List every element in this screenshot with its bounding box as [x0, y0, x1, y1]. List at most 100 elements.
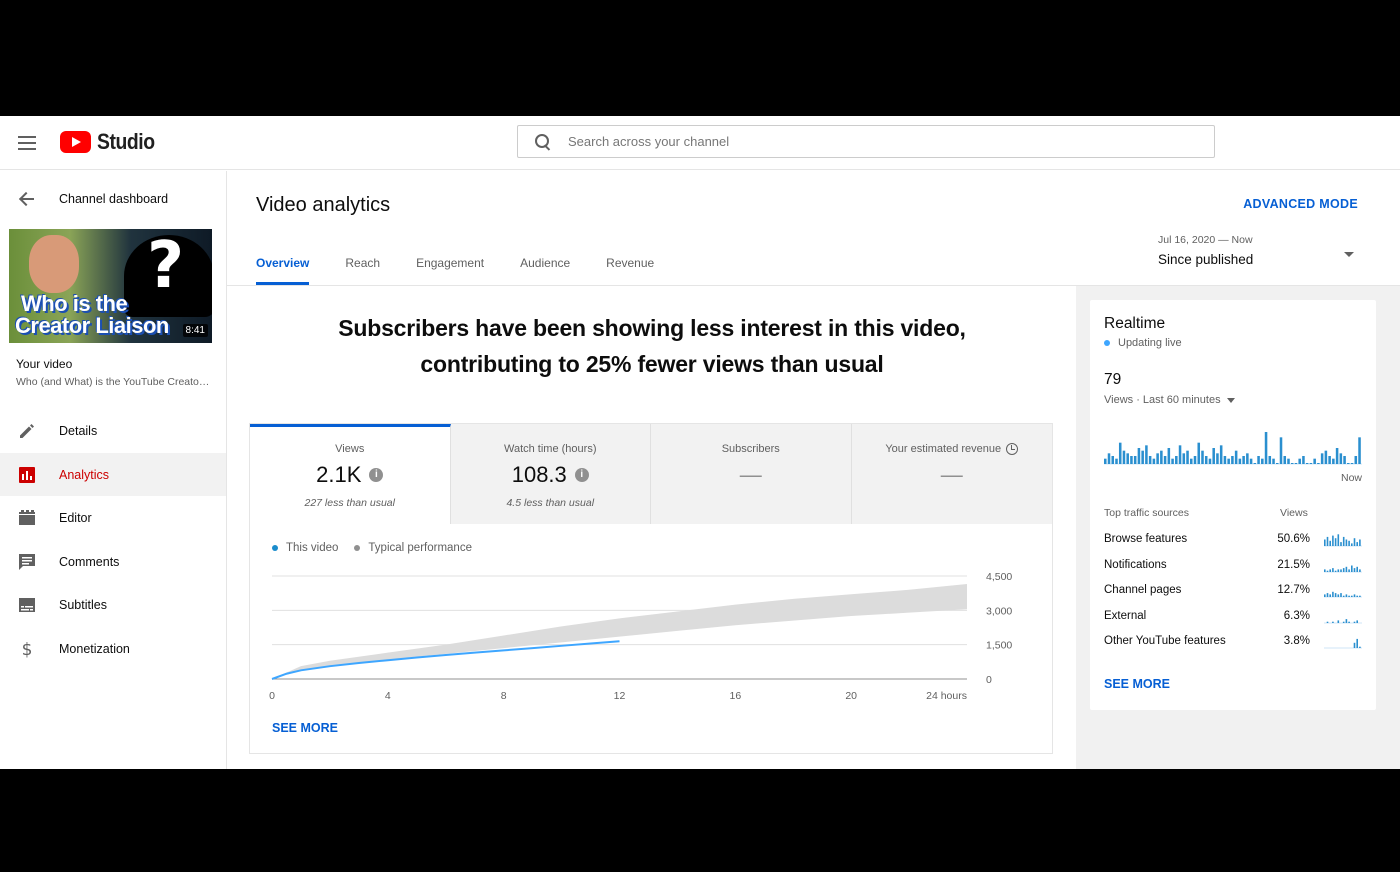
- realtime-period-selector[interactable]: Views · Last 60 minutes: [1104, 394, 1235, 406]
- realtime-bar[interactable]: [1152, 458, 1156, 464]
- realtime-bar[interactable]: [1115, 458, 1118, 464]
- realtime-bar[interactable]: [1208, 458, 1212, 464]
- realtime-bar[interactable]: [1107, 453, 1111, 464]
- traffic-source-row[interactable]: Browse features 50.6%: [1104, 533, 1362, 553]
- realtime-bar[interactable]: [1216, 453, 1219, 464]
- realtime-bar[interactable]: [1204, 456, 1208, 464]
- realtime-bar[interactable]: [1257, 456, 1260, 464]
- tab-revenue[interactable]: Revenue: [606, 249, 654, 285]
- realtime-bar[interactable]: [1309, 463, 1313, 464]
- realtime-bar[interactable]: [1156, 453, 1159, 464]
- realtime-bar[interactable]: [1223, 456, 1227, 464]
- tab-reach[interactable]: Reach: [345, 249, 380, 285]
- realtime-bar[interactable]: [1171, 458, 1174, 464]
- studio-logo[interactable]: Studio: [60, 129, 162, 155]
- realtime-bar[interactable]: [1242, 456, 1245, 464]
- date-range-selector[interactable]: Jul 16, 2020 — Now Since published: [1158, 234, 1358, 274]
- realtime-bar[interactable]: [1145, 445, 1148, 464]
- realtime-bar[interactable]: [1186, 450, 1189, 464]
- tab-overview[interactable]: Overview: [256, 249, 310, 285]
- realtime-bar[interactable]: [1160, 450, 1163, 464]
- realtime-bar[interactable]: [1287, 458, 1290, 464]
- traffic-source-row[interactable]: Channel pages 12.7%: [1104, 584, 1362, 604]
- realtime-bar[interactable]: [1317, 463, 1320, 464]
- realtime-bar[interactable]: [1276, 463, 1279, 464]
- realtime-bar[interactable]: [1246, 453, 1249, 464]
- realtime-bar[interactable]: [1290, 463, 1294, 464]
- realtime-bar[interactable]: [1347, 463, 1350, 464]
- realtime-bar[interactable]: [1197, 442, 1201, 464]
- search-input[interactable]: [568, 134, 1168, 149]
- realtime-bar[interactable]: [1343, 456, 1346, 464]
- realtime-bar[interactable]: [1305, 463, 1309, 464]
- realtime-bar[interactable]: [1219, 445, 1223, 464]
- realtime-bar[interactable]: [1133, 456, 1137, 464]
- sidebar-item-editor[interactable]: Editor: [0, 496, 226, 539]
- realtime-bar[interactable]: [1231, 456, 1234, 464]
- tab-engagement[interactable]: Engagement: [416, 249, 484, 285]
- metric-tab-revenue[interactable]: Your estimated revenue —: [851, 424, 1052, 524]
- realtime-bar[interactable]: [1264, 432, 1268, 464]
- realtime-bar[interactable]: [1182, 453, 1186, 464]
- see-more-button[interactable]: SEE MORE: [272, 721, 338, 735]
- realtime-bar[interactable]: [1313, 458, 1316, 464]
- realtime-bar[interactable]: [1335, 448, 1339, 464]
- realtime-bar[interactable]: [1298, 458, 1301, 464]
- info-icon[interactable]: i: [574, 468, 589, 482]
- realtime-see-more-button[interactable]: SEE MORE: [1104, 677, 1170, 691]
- menu-icon[interactable]: [14, 130, 40, 156]
- info-icon[interactable]: i: [369, 468, 384, 482]
- realtime-bar[interactable]: [1126, 453, 1129, 464]
- realtime-bar[interactable]: [1178, 445, 1182, 464]
- realtime-bar[interactable]: [1122, 450, 1126, 464]
- sidebar-item-comments[interactable]: Comments: [0, 540, 226, 583]
- search-box[interactable]: [517, 125, 1215, 158]
- realtime-bar[interactable]: [1354, 456, 1358, 464]
- realtime-bar[interactable]: [1324, 450, 1328, 464]
- sidebar-item-details[interactable]: Details: [0, 409, 226, 452]
- realtime-bar[interactable]: [1227, 458, 1230, 464]
- realtime-bar[interactable]: [1268, 456, 1272, 464]
- channel-dashboard-link[interactable]: Channel dashboard: [0, 185, 226, 213]
- sidebar-item-monetization[interactable]: $ Monetization: [0, 627, 226, 670]
- realtime-bar[interactable]: [1167, 448, 1171, 464]
- realtime-bar[interactable]: [1302, 456, 1305, 464]
- realtime-bar[interactable]: [1238, 458, 1242, 464]
- metric-tab-views[interactable]: Views 2.1K i 227 less than usual: [250, 424, 451, 524]
- realtime-bar[interactable]: [1118, 442, 1122, 464]
- metric-tab-subscribers[interactable]: Subscribers —: [651, 424, 852, 524]
- tab-audience[interactable]: Audience: [520, 249, 570, 285]
- realtime-bar[interactable]: [1212, 448, 1215, 464]
- realtime-bar[interactable]: [1283, 456, 1287, 464]
- video-thumbnail[interactable]: ? Who is the Creator Liaison 8:41: [9, 229, 212, 343]
- realtime-bar[interactable]: [1328, 456, 1331, 464]
- realtime-bar[interactable]: [1272, 458, 1275, 464]
- realtime-bar[interactable]: [1148, 456, 1152, 464]
- realtime-bar[interactable]: [1190, 458, 1193, 464]
- clock-icon[interactable]: [1006, 443, 1019, 455]
- realtime-bar[interactable]: [1141, 450, 1144, 464]
- realtime-bar[interactable]: [1111, 456, 1115, 464]
- sidebar-item-subtitles[interactable]: Subtitles: [0, 583, 226, 626]
- realtime-bar[interactable]: [1175, 456, 1178, 464]
- realtime-bar[interactable]: [1320, 453, 1324, 464]
- realtime-bar[interactable]: [1137, 448, 1141, 464]
- traffic-source-row[interactable]: Other YouTube features 3.8%: [1104, 635, 1362, 655]
- metric-tab-watch-time[interactable]: Watch time (hours) 108.3 i 4.5 less than …: [450, 424, 651, 524]
- realtime-bar[interactable]: [1163, 456, 1167, 464]
- realtime-bar[interactable]: [1201, 450, 1204, 464]
- realtime-bar[interactable]: [1279, 437, 1283, 464]
- realtime-bar[interactable]: [1332, 458, 1335, 464]
- realtime-bar[interactable]: [1294, 463, 1298, 464]
- advanced-mode-button[interactable]: ADVANCED MODE: [1243, 197, 1358, 211]
- realtime-bar[interactable]: [1234, 450, 1238, 464]
- realtime-bar[interactable]: [1253, 463, 1257, 464]
- realtime-bar[interactable]: [1193, 456, 1197, 464]
- realtime-bar[interactable]: [1249, 458, 1253, 464]
- realtime-bar[interactable]: [1358, 437, 1361, 464]
- realtime-bar[interactable]: [1261, 458, 1264, 464]
- realtime-bar[interactable]: [1350, 463, 1354, 464]
- realtime-bar[interactable]: [1339, 453, 1343, 464]
- realtime-bar[interactable]: [1104, 458, 1107, 464]
- sidebar-item-analytics[interactable]: Analytics: [0, 453, 226, 496]
